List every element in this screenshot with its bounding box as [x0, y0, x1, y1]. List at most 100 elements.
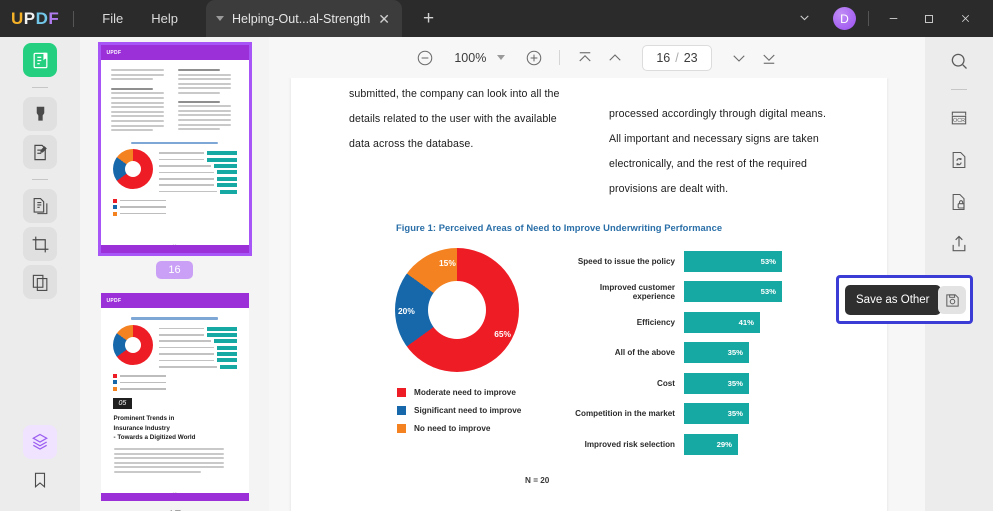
share-button[interactable] [943, 228, 975, 260]
close-button[interactable] [947, 6, 983, 32]
zoom-in-icon [525, 49, 543, 67]
bookmark-tool[interactable] [23, 463, 57, 497]
chevron-down-icon[interactable] [788, 5, 821, 33]
minimize-button[interactable] [875, 6, 911, 32]
document-tab[interactable]: Helping-Out...al-Strength ✕ [206, 0, 402, 37]
title-bar: U P D F File Help Helping-Out...al-Stren… [0, 0, 993, 37]
bar-row: Speed to issue the policy 53% [562, 251, 829, 272]
bar-label: Improved risk selection [562, 440, 684, 449]
legend-swatch-orange [397, 424, 406, 433]
last-page-icon [760, 49, 778, 67]
ocr-icon: OCR [949, 108, 969, 128]
crop-page-tool[interactable] [23, 227, 57, 261]
first-page-button[interactable] [570, 43, 600, 73]
legend-label-moderate: Moderate need to improve [414, 388, 516, 397]
share-upload-icon [949, 234, 969, 254]
last-page-button[interactable] [754, 43, 784, 73]
thumbnail-panel[interactable]: UPDF [80, 37, 269, 511]
bar-row: Cost 35% [562, 373, 829, 394]
thumbnail-donut-chart-17 [113, 325, 153, 365]
figure-body: 65% 20% 15% Moderate need to improve [349, 248, 829, 465]
legend-item-none: No need to improve [397, 424, 562, 433]
thumbnail-section-number: 05 [113, 398, 133, 409]
bar-label: Efficiency [562, 318, 684, 327]
save-as-other-tooltip: Save as Other [845, 285, 941, 315]
svg-text:OCR: OCR [953, 118, 965, 124]
first-page-icon [576, 49, 594, 67]
donut-chart: 65% 20% 15% [395, 248, 519, 372]
chevron-up-icon [606, 49, 624, 67]
pdf-page-16: submitted, the company can look into all… [291, 78, 887, 511]
donut-legend: Moderate need to improve Significant nee… [387, 388, 562, 433]
legend-item-significant: Significant need to improve [397, 406, 562, 415]
search-button[interactable] [943, 45, 975, 77]
page-total: 23 [684, 51, 698, 65]
ai-layers-icon [30, 432, 50, 452]
page-stack-icon [31, 273, 50, 292]
page-current: 16 [656, 51, 670, 65]
menu-help[interactable]: Help [137, 6, 192, 31]
legend-label-significant: Significant need to improve [414, 406, 521, 415]
convert-pdf-tool[interactable] [23, 189, 57, 223]
thumbnail-page-16[interactable]: UPDF [101, 45, 249, 253]
page-number-input[interactable]: 16 / 23 [642, 45, 711, 71]
bar-value: 35% [684, 373, 749, 394]
reader-tool[interactable] [23, 43, 57, 77]
bar-row: Competition in the market 35% [562, 403, 829, 424]
maximize-button[interactable] [911, 6, 947, 32]
legend-swatch-red [397, 388, 406, 397]
thumbnail-bar-chart-17 [159, 325, 237, 369]
zoom-out-button[interactable] [410, 43, 440, 73]
updf-ai-tool[interactable] [23, 425, 57, 459]
logo-letter-d: D [36, 9, 49, 29]
logo-letter-u: U [11, 9, 24, 29]
new-tab-button[interactable]: + [418, 9, 439, 28]
bookmark-icon [31, 471, 49, 489]
bar-label: Competition in the market [562, 409, 684, 418]
tab-dropdown-caret-icon[interactable] [216, 16, 224, 21]
previous-page-button[interactable] [600, 43, 630, 73]
next-page-button[interactable] [724, 43, 754, 73]
annotate-highlight-tool[interactable] [23, 97, 57, 131]
edit-pdf-tool[interactable] [23, 135, 57, 169]
thumbnail-heading-line-2: Insurance Industry [111, 424, 239, 434]
convert-button[interactable] [943, 144, 975, 176]
tab-title: Helping-Out...al-Strength [232, 12, 374, 26]
bar-value: 53% [684, 251, 782, 272]
ocr-button[interactable]: OCR [943, 102, 975, 134]
window-controls: D [788, 5, 993, 33]
page-separator: / [675, 51, 678, 65]
figure-title: Figure 1: Perceived Areas of Need to Imp… [396, 222, 829, 233]
avatar[interactable]: D [833, 7, 856, 30]
document-viewport[interactable]: submitted, the company can look into all… [269, 78, 925, 511]
chevron-down-icon [730, 49, 748, 67]
thumbnail-donut-chart [113, 149, 153, 189]
protect-button[interactable] [943, 186, 975, 218]
tab-close-icon[interactable]: ✕ [374, 12, 394, 26]
updf-application-window: U P D F File Help Helping-Out...al-Stren… [0, 0, 993, 511]
bar-label: All of the above [562, 348, 684, 357]
paragraph-left: submitted, the company can look into all… [349, 82, 569, 157]
legend-item-moderate: Moderate need to improve [397, 388, 562, 397]
zoom-level-value[interactable]: 100% [440, 51, 490, 65]
menu-file[interactable]: File [88, 6, 137, 31]
bar-row: Improved customer experience 53% [562, 281, 829, 302]
thumbnail-heading-line-1: Prominent Trends in [111, 414, 239, 424]
zoom-in-button[interactable] [519, 43, 549, 73]
logo-letter-f: F [48, 9, 59, 29]
bar-label: Improved customer experience [562, 283, 684, 301]
bar-value: 35% [684, 403, 749, 424]
donut-value-65: 65% [494, 329, 511, 339]
thumbnail-heading-line-3: - Towards a Digitized World [111, 433, 239, 443]
bar-value: 41% [684, 312, 760, 333]
bar-value: 29% [684, 434, 738, 455]
thumbnail-page-17[interactable]: UPDF [101, 293, 249, 501]
thumbnail-bar-chart [159, 149, 237, 193]
zoom-dropdown-caret-icon[interactable] [497, 55, 505, 60]
page-text-right-column: processed accordingly through digital me… [609, 82, 829, 202]
save-as-other-button[interactable] [938, 286, 966, 314]
figure-sample-size-note: N = 20 [525, 476, 829, 485]
left-toolbar-rail [0, 37, 80, 511]
organize-pages-tool[interactable] [23, 265, 57, 299]
thumbnail-header-bar: UPDF [101, 45, 249, 60]
